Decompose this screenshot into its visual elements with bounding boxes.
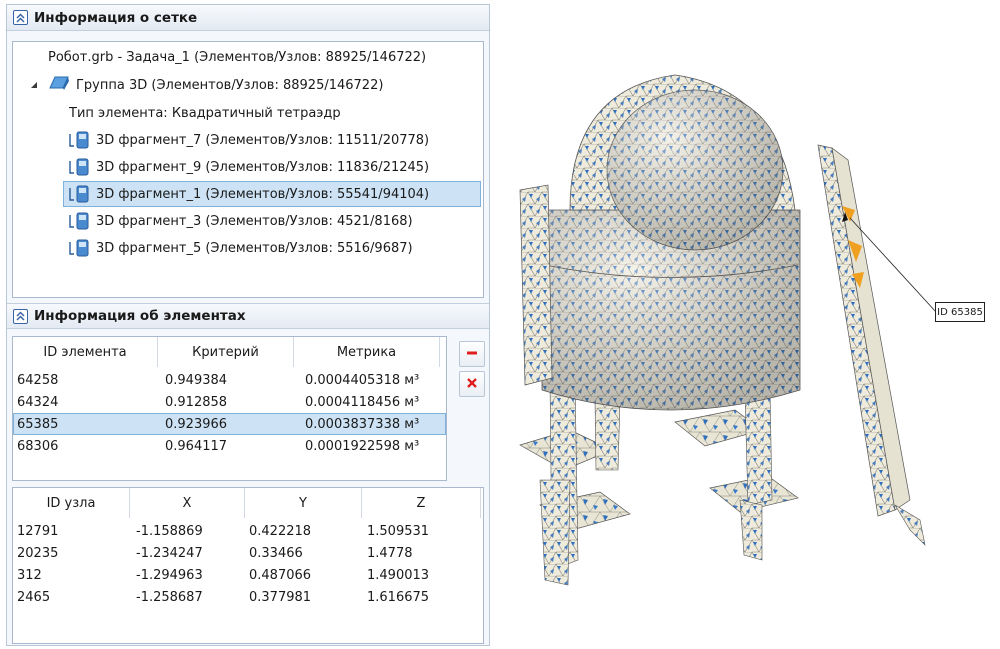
fragment-icon	[68, 212, 90, 230]
cell-element-id: 64324	[17, 394, 59, 410]
tree-root-label: Робот.grb - Задача_1 (Элементов/Узлов: 8…	[48, 49, 427, 65]
mesh-info-header[interactable]: Информация о сетке	[7, 5, 489, 31]
tree-fragment-5[interactable]: 3D фрагмент_5 (Элементов/Узлов: 5516/968…	[68, 235, 413, 261]
elements-info-header[interactable]: Информация об элементах	[7, 303, 489, 329]
fragment-icon	[68, 158, 90, 176]
cell-z: 1.4778	[367, 545, 413, 561]
cell-element-id: 68306	[17, 438, 59, 454]
mesh-info-panel: Информация о сетке Робот.grb - Задача_1 …	[6, 4, 490, 646]
fragment-icon	[68, 131, 90, 149]
cell-metric: 0.0003837338 м³	[305, 416, 420, 432]
table-row[interactable]: 64258 0.949384 0.0004405318 м³	[13, 369, 441, 391]
fragment-label: 3D фрагмент_5 (Элементов/Узлов: 5516/968…	[96, 240, 413, 256]
tree-fragment-3[interactable]: 3D фрагмент_3 (Элементов/Узлов: 4521/816…	[68, 208, 413, 234]
x-icon	[466, 377, 478, 392]
cell-criterion: 0.964117	[165, 438, 228, 454]
nodes-table: ID узла X Y Z 12791 -1.158869 0.422218 1…	[12, 487, 484, 644]
tree-element-type: Тип элемента: Квадратичный тетраэдр	[69, 100, 341, 126]
col-criterion[interactable]: Критерий	[158, 337, 294, 367]
fragment-icon	[68, 239, 90, 257]
cell-criterion: 0.949384	[165, 372, 228, 388]
tree-group-label: Группа 3D (Элементов/Узлов: 88925/146722…	[76, 77, 384, 93]
fragment-label: 3D фрагмент_7 (Элементов/Узлов: 11511/20…	[96, 132, 430, 148]
expand-triangle-icon[interactable]	[30, 78, 38, 93]
cell-node-id: 312	[17, 567, 42, 583]
elements-table-header: ID элемента Критерий Метрика	[13, 337, 440, 367]
tree-fragment-9[interactable]: 3D фрагмент_9 (Элементов/Узлов: 11836/21…	[68, 154, 429, 180]
tree-group-3d[interactable]: Группа 3D (Элементов/Узлов: 88925/146722…	[30, 72, 383, 98]
cell-y: 0.422218	[249, 523, 312, 539]
remove-button[interactable]	[459, 341, 485, 367]
cell-criterion: 0.923966	[165, 416, 228, 432]
table-row[interactable]: 2465 -1.258687 0.377981 1.616675	[13, 586, 473, 608]
cell-y: 0.377981	[249, 589, 312, 605]
mesh-viewport[interactable]	[500, 0, 1000, 649]
cell-z: 1.616675	[367, 589, 430, 605]
delete-button[interactable]	[459, 371, 485, 397]
cell-y: 0.33466	[249, 545, 303, 561]
cell-node-id: 20235	[17, 545, 59, 561]
cell-metric: 0.0004118456 м³	[305, 394, 420, 410]
fragment-label: 3D фрагмент_3 (Элементов/Узлов: 4521/816…	[96, 213, 413, 229]
tree-fragment-1[interactable]: 3D фрагмент_1 (Элементов/Узлов: 55541/94…	[63, 181, 481, 207]
col-node-id[interactable]: ID узла	[13, 488, 130, 518]
cell-x: -1.258687	[136, 589, 203, 605]
col-y[interactable]: Y	[245, 488, 362, 518]
mesh-info-title: Информация о сетке	[34, 9, 198, 26]
fragment-icon	[68, 185, 90, 203]
nodes-table-header: ID узла X Y Z	[13, 488, 481, 518]
table-row[interactable]: 12791 -1.158869 0.422218 1.509531	[13, 520, 473, 542]
element-type-label: Тип элемента: Квадратичный тетраэдр	[69, 105, 341, 121]
cell-metric: 0.0001922598 м³	[305, 438, 420, 454]
col-x[interactable]: X	[130, 488, 245, 518]
cell-element-id: 64258	[17, 372, 59, 388]
col-element-id[interactable]: ID элемента	[13, 337, 158, 367]
cell-y: 0.487066	[249, 567, 312, 583]
tree-fragment-7[interactable]: 3D фрагмент_7 (Элементов/Узлов: 11511/20…	[68, 127, 429, 153]
element-id-callout: ID 65385	[935, 302, 985, 322]
cell-x: -1.158869	[136, 523, 203, 539]
fragment-label: 3D фрагмент_1 (Элементов/Узлов: 55541/94…	[96, 186, 430, 202]
mesh-tree: Робот.grb - Задача_1 (Элементов/Узлов: 8…	[12, 41, 484, 298]
cell-x: -1.234247	[136, 545, 203, 561]
cell-z: 1.490013	[367, 567, 430, 583]
elements-table: ID элемента Критерий Метрика 64258 0.949…	[12, 336, 447, 481]
col-z[interactable]: Z	[362, 488, 481, 518]
3d-group-icon	[48, 75, 70, 95]
fragment-label: 3D фрагмент_9 (Элементов/Узлов: 11836/21…	[96, 159, 430, 175]
cell-x: -1.294963	[136, 567, 203, 583]
cell-metric: 0.0004405318 м³	[305, 372, 420, 388]
double-chevron-up-icon[interactable]	[13, 308, 28, 324]
minus-icon	[466, 347, 478, 362]
cell-node-id: 2465	[17, 589, 51, 605]
double-chevron-up-icon[interactable]	[13, 10, 28, 25]
table-row-selected[interactable]: 65385 0.923966 0.0003837338 м³	[13, 413, 446, 435]
table-row[interactable]: 68306 0.964117 0.0001922598 м³	[13, 435, 441, 457]
cell-node-id: 12791	[17, 523, 59, 539]
table-row[interactable]: 20235 -1.234247 0.33466 1.4778	[13, 542, 473, 564]
cell-element-id: 65385	[17, 416, 59, 432]
cell-z: 1.509531	[367, 523, 430, 539]
tree-root[interactable]: Робот.grb - Задача_1 (Элементов/Узлов: 8…	[48, 44, 426, 70]
table-row[interactable]: 64324 0.912858 0.0004118456 м³	[13, 391, 441, 413]
col-metric[interactable]: Метрика	[294, 337, 440, 367]
table-row[interactable]: 312 -1.294963 0.487066 1.490013	[13, 564, 473, 586]
robot-mesh-model[interactable]	[519, 74, 937, 586]
cell-criterion: 0.912858	[165, 394, 228, 410]
elements-info-title: Информация об элементах	[34, 308, 246, 324]
